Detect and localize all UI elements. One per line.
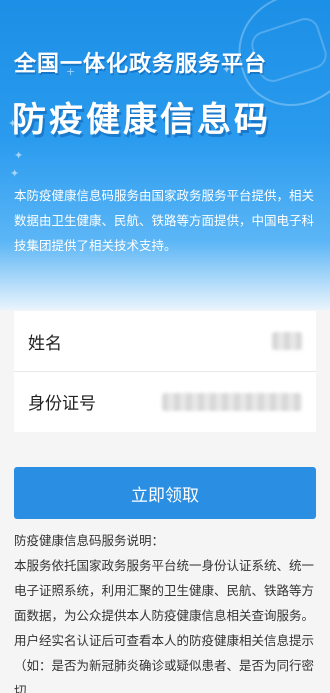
platform-title: 全国一体化政务服务平台 [14, 52, 268, 77]
description-heading: 防疫健康信息码服务说明： [14, 533, 165, 548]
name-field[interactable]: 姓名 [14, 311, 316, 371]
description-paragraph: 用户经实名认证后可查看本人的防疫健康相关信息提示（如：是否为新冠肺炎确诊或疑似患… [14, 633, 315, 693]
claim-button[interactable]: 立即领取 [14, 467, 316, 519]
id-number-label: 身份证号 [28, 394, 96, 414]
id-number-field[interactable]: 身份证号 [14, 371, 316, 431]
sparkle-icon: ✦ [10, 167, 20, 180]
name-value-masked [272, 332, 302, 350]
page-title: 防疫健康信息码 [12, 100, 271, 140]
description-paragraph: 本服务依托国家政务服务平台统一身份认证系统、统一电子证照系统，利用汇聚的卫生健康… [14, 558, 315, 623]
intro-text: 本防疫健康信息码服务由国家政务服务平台提供，相关数据由卫生健康、民航、铁路等方面… [14, 188, 315, 253]
id-number-value-masked [162, 392, 302, 411]
sparkle-icon: ✦ [14, 149, 24, 162]
header-banner: ✦ ✦ ✦ ✦ + 全国一体化政务服务平台 防疫健康信息码 本防疫健康信息码服务… [0, 0, 330, 310]
name-label: 姓名 [28, 333, 62, 354]
service-description: 防疫健康信息码服务说明： 本服务依托国家政务服务平台统一身份认证系统、统一电子证… [14, 528, 324, 693]
identity-form: 姓名 身份证号 [14, 311, 316, 432]
